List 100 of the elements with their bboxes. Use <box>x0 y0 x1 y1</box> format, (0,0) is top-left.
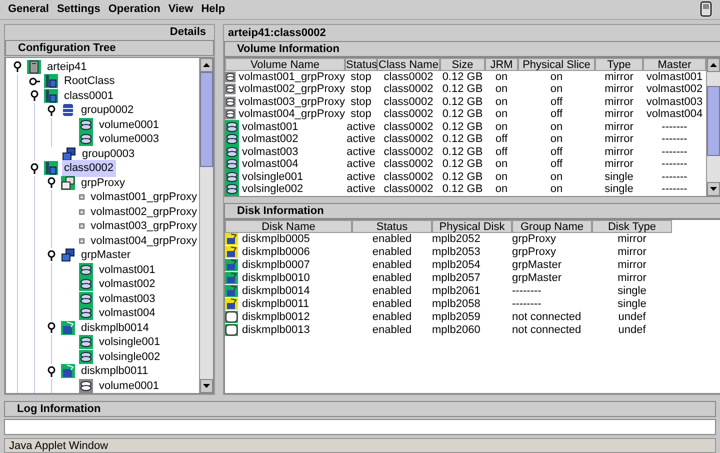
expanded-handle-icon[interactable] <box>46 177 57 188</box>
class-icon <box>44 161 58 176</box>
column-header[interactable]: Group Name <box>512 220 592 233</box>
column-header[interactable]: Physical Slice <box>518 58 595 71</box>
table-cell: on <box>550 70 563 84</box>
volume-icon <box>79 306 93 320</box>
column-header[interactable]: Status <box>345 58 377 71</box>
tree-item[interactable]: class0001 <box>62 88 116 104</box>
table-cell: ------- <box>662 158 688 171</box>
expanded-handle-icon[interactable] <box>29 90 40 102</box>
tree-item[interactable]: class0002 <box>62 160 116 177</box>
column-header[interactable]: Disk Type <box>592 220 672 233</box>
column-header[interactable]: Physical Disk <box>432 220 512 233</box>
column-header[interactable]: Volume Name <box>225 58 345 71</box>
table-cell: enabled <box>372 258 412 272</box>
tree-item[interactable]: diskmplb0014 <box>79 320 151 336</box>
table-cell: on <box>550 183 563 196</box>
table-cell: active <box>346 158 376 171</box>
tree-item[interactable]: volume0003 <box>97 131 161 148</box>
tree-item[interactable]: volmast004 <box>97 305 158 322</box>
menu-item[interactable]: Help <box>197 1 230 18</box>
table-cell: ------- <box>662 146 688 158</box>
menu-item[interactable]: Settings <box>52 1 104 18</box>
expanded-handle-icon[interactable] <box>46 366 57 377</box>
table-cell: active <box>346 170 376 184</box>
table-cell: diskmplb0007 <box>242 258 310 272</box>
class-icon <box>44 74 58 88</box>
expanded-handle-icon[interactable] <box>29 162 40 174</box>
tree-item[interactable]: volmast004_grpProxy <box>88 232 199 250</box>
table-cell: volmast003 <box>646 96 703 108</box>
scroll-down-icon[interactable] <box>203 384 210 388</box>
tree-item[interactable]: grpProxy <box>79 174 128 192</box>
column-header[interactable]: Type <box>595 58 643 71</box>
tree-item[interactable]: group0002 <box>79 102 136 119</box>
expanded-handle-icon[interactable] <box>46 322 57 334</box>
scroll-up-icon[interactable] <box>203 62 210 67</box>
table-cell: class0002 <box>384 70 434 84</box>
column-header[interactable]: Master <box>643 58 706 71</box>
table-cell: on <box>495 183 508 196</box>
tree-item[interactable]: volmast003 <box>97 290 158 308</box>
tree-item[interactable]: volume0001 <box>97 378 161 394</box>
table-cell: mplb2054 <box>432 258 480 272</box>
volume-icon <box>79 350 93 364</box>
tree-item[interactable]: volmast003_grpProxy <box>88 218 199 235</box>
table-cell: active <box>346 146 376 158</box>
table-cell: volmast001 <box>242 120 298 134</box>
tree-item[interactable]: grpMaster <box>79 247 133 264</box>
tree-header: Configuration Tree <box>5 40 214 56</box>
table-cell: volmast001 <box>646 70 703 84</box>
table-cell: mplb2057 <box>432 272 480 285</box>
table-cell: 0.12 GB <box>442 96 483 108</box>
table-cell: 0.12 GB <box>442 120 483 134</box>
menu-item[interactable]: View <box>164 1 198 18</box>
tree-item[interactable]: RootClass <box>62 73 117 90</box>
table-cell: class0002 <box>384 183 434 196</box>
table-cell: class0002 <box>384 96 434 108</box>
column-header[interactable]: Status <box>352 220 432 233</box>
disk-group-icon <box>62 146 76 161</box>
table-cell: grpMaster <box>512 272 562 285</box>
details-header[interactable]: Details <box>5 24 214 40</box>
table-cell: active <box>346 120 376 134</box>
table-cell: ------- <box>662 120 688 134</box>
scroll-up-icon[interactable] <box>710 62 717 67</box>
tree-item[interactable]: diskmplb0011 <box>79 363 150 380</box>
tree-item[interactable]: volsingle001 <box>97 334 162 351</box>
tree-item[interactable]: volmast001 <box>97 262 158 278</box>
menu-item[interactable]: Operation <box>104 1 164 18</box>
expanded-handle-icon[interactable] <box>46 104 57 116</box>
volume-icon <box>79 262 93 277</box>
expanded-handle-icon[interactable] <box>46 250 57 261</box>
tree-item[interactable]: volmast002_grpProxy <box>88 204 199 220</box>
table-cell: volmast001_grpProxy <box>238 70 345 84</box>
table-cell: on <box>495 170 508 184</box>
scrollbar[interactable] <box>706 58 720 196</box>
collapsed-handle-icon[interactable] <box>29 76 40 87</box>
volume-icon <box>79 132 93 146</box>
table-cell: mplb2060 <box>432 324 480 337</box>
table-cell: mirror <box>618 246 646 259</box>
table-cell: off <box>550 146 563 158</box>
table-cell: diskmplb0010 <box>242 272 310 285</box>
tree-item[interactable]: volume0001 <box>97 116 161 134</box>
expanded-handle-icon[interactable] <box>12 61 23 72</box>
scrollbar[interactable] <box>199 58 213 394</box>
tree-item[interactable]: group0003 <box>80 146 137 162</box>
column-header[interactable]: Class Name <box>377 58 440 71</box>
volume-icon <box>225 132 239 146</box>
column-header[interactable]: JRM <box>485 58 518 71</box>
tree-item[interactable]: volsingle002 <box>97 348 162 366</box>
tree-item[interactable]: volmast002 <box>97 276 158 293</box>
table-cell: single <box>604 170 634 184</box>
scroll-down-icon[interactable] <box>710 186 717 191</box>
tree-item[interactable]: arteip41 <box>45 58 89 76</box>
device-icon[interactable] <box>700 1 712 18</box>
tree-item[interactable]: volmast001_grpProxy <box>88 189 199 206</box>
menu-item[interactable]: General <box>4 1 53 18</box>
table-cell: off <box>495 133 508 146</box>
column-header[interactable]: Size <box>440 58 485 71</box>
column-header[interactable]: Disk Name <box>225 220 352 233</box>
table-cell: mirror <box>604 108 634 121</box>
volume-icon <box>79 277 93 292</box>
